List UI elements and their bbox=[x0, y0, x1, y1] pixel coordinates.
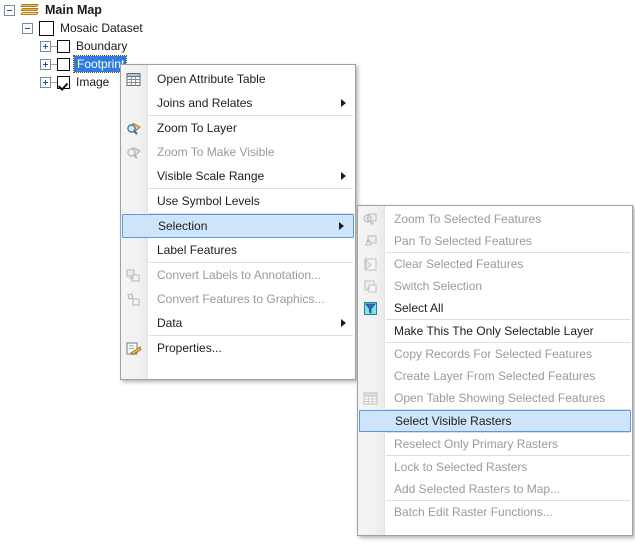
expand-icon[interactable] bbox=[40, 40, 51, 52]
menu-item-label: Select All bbox=[394, 301, 444, 315]
menu-item-joins-and-relates[interactable]: Joins and Relates bbox=[121, 91, 355, 115]
menu-item-label: Convert Labels to Annotation... bbox=[157, 268, 322, 282]
menu-item-data[interactable]: Data bbox=[121, 311, 355, 335]
menu-item-label: Clear Selected Features bbox=[394, 257, 524, 271]
menu-item-label: Visible Scale Range bbox=[157, 169, 265, 183]
menu-item-label: Select Visible Rasters bbox=[395, 414, 512, 428]
menu-item-open-table-showing-selected-features: Open Table Showing Selected Features bbox=[358, 387, 632, 409]
menu-item-convert-labels-to-annotation: Convert Labels to Annotation... bbox=[121, 263, 355, 287]
menu-item-label: Copy Records For Selected Features bbox=[394, 347, 593, 361]
menu-item-convert-features-to-graphics: Convert Features to Graphics... bbox=[121, 287, 355, 311]
menu-item-label-features[interactable]: Label Features bbox=[121, 238, 355, 262]
menu-items: Open Attribute Table Joins and Relates Z… bbox=[121, 67, 355, 360]
menu-item-open-attribute-table[interactable]: Open Attribute Table bbox=[121, 67, 355, 91]
menu-item-label: Open Table Showing Selected Features bbox=[394, 391, 606, 405]
menu-item-label: Lock to Selected Rasters bbox=[394, 460, 528, 474]
menu-item-visible-scale-range[interactable]: Visible Scale Range bbox=[121, 164, 355, 188]
properties-icon bbox=[125, 340, 142, 357]
layer-visibility-checkbox[interactable] bbox=[57, 75, 70, 89]
menu-item-batch-edit-raster-functions: Batch Edit Raster Functions... bbox=[358, 501, 632, 523]
menu-item-selection[interactable]: Selection bbox=[122, 214, 354, 238]
menu-item-label: Pan To Selected Features bbox=[394, 234, 532, 248]
chevron-right-icon bbox=[341, 319, 346, 327]
zoom-selected-icon bbox=[362, 211, 379, 228]
layer-visibility-checkbox[interactable] bbox=[39, 20, 54, 36]
table-icon bbox=[362, 390, 379, 407]
submenu-items: Zoom To Selected Features Pan To Selecte… bbox=[358, 208, 632, 523]
menu-item-pan-to-selected-features: Pan To Selected Features bbox=[358, 230, 632, 252]
menu-item-reselect-only-primary-rasters: Reselect Only Primary Rasters bbox=[358, 433, 632, 455]
menu-item-copy-records-for-selected-features: Copy Records For Selected Features bbox=[358, 343, 632, 365]
menu-item-select-all[interactable]: Select All bbox=[358, 297, 632, 319]
tree-node-label: Mosaic Dataset bbox=[60, 21, 143, 35]
convert-labels-icon bbox=[125, 267, 142, 284]
menu-item-label: Add Selected Rasters to Map... bbox=[394, 482, 561, 496]
layer-visibility-checkbox[interactable] bbox=[57, 57, 70, 71]
menu-item-zoom-to-make-visible: Zoom To Make Visible bbox=[121, 140, 355, 164]
chevron-right-icon bbox=[339, 222, 344, 230]
chevron-right-icon bbox=[341, 172, 346, 180]
menu-item-label: Data bbox=[157, 316, 183, 330]
pan-selected-icon bbox=[362, 233, 379, 250]
menu-item-label: Convert Features to Graphics... bbox=[157, 292, 325, 306]
tree-node-footprint[interactable]: Footprint bbox=[40, 55, 128, 73]
clear-selected-icon bbox=[362, 256, 379, 273]
menu-item-label: Reselect Only Primary Rasters bbox=[394, 437, 559, 451]
tree-node-mosaic-dataset[interactable]: Mosaic Dataset bbox=[22, 19, 143, 37]
collapse-icon[interactable] bbox=[22, 22, 33, 34]
select-all-icon bbox=[362, 300, 379, 317]
tree-node-label: Boundary bbox=[76, 39, 128, 53]
tree-node-label: Image bbox=[76, 75, 110, 89]
convert-features-icon bbox=[125, 291, 142, 308]
menu-item-make-this-the-only-selectable-layer[interactable]: Make This The Only Selectable Layer bbox=[358, 320, 632, 342]
layer-context-menu: Open Attribute Table Joins and Relates Z… bbox=[120, 64, 356, 380]
zoom-make-visible-icon bbox=[125, 144, 142, 161]
menu-item-label: Label Features bbox=[157, 243, 238, 257]
menu-item-switch-selection: Switch Selection bbox=[358, 275, 632, 297]
menu-item-zoom-to-layer[interactable]: Zoom To Layer bbox=[121, 116, 355, 140]
menu-item-label: Switch Selection bbox=[394, 279, 483, 293]
expand-icon[interactable] bbox=[40, 58, 51, 70]
menu-item-label: Use Symbol Levels bbox=[157, 194, 260, 208]
expand-icon[interactable] bbox=[40, 76, 51, 88]
tree-node-image[interactable]: Image bbox=[40, 73, 109, 91]
menu-item-label: Zoom To Make Visible bbox=[157, 145, 275, 159]
tree-node-boundary[interactable]: Boundary bbox=[40, 37, 127, 55]
selection-submenu: Zoom To Selected Features Pan To Selecte… bbox=[357, 205, 633, 536]
table-icon bbox=[125, 71, 142, 88]
tree-node-label: Footprint bbox=[72, 55, 128, 73]
menu-item-use-symbol-levels[interactable]: Use Symbol Levels bbox=[121, 189, 355, 213]
zoom-to-layer-icon bbox=[125, 120, 142, 137]
menu-item-label: Selection bbox=[158, 219, 208, 233]
map-layers-icon bbox=[20, 3, 39, 17]
menu-item-label: Zoom To Layer bbox=[157, 121, 237, 135]
menu-item-label: Batch Edit Raster Functions... bbox=[394, 505, 553, 519]
menu-item-label: Zoom To Selected Features bbox=[394, 212, 542, 226]
tree-node-main-map[interactable]: Main Map bbox=[4, 1, 102, 19]
switch-selection-icon bbox=[362, 278, 379, 295]
menu-item-label: Open Attribute Table bbox=[157, 72, 266, 86]
menu-item-create-layer-from-selected-features: Create Layer From Selected Features bbox=[358, 365, 632, 387]
menu-item-label: Create Layer From Selected Features bbox=[394, 369, 596, 383]
menu-item-label: Make This The Only Selectable Layer bbox=[394, 324, 594, 338]
menu-item-clear-selected-features: Clear Selected Features bbox=[358, 253, 632, 275]
menu-item-add-selected-rasters-to-map: Add Selected Rasters to Map... bbox=[358, 478, 632, 500]
tree-node-label: Main Map bbox=[45, 3, 102, 17]
menu-item-label: Joins and Relates bbox=[157, 96, 253, 110]
menu-item-select-visible-rasters[interactable]: Select Visible Rasters bbox=[359, 410, 631, 432]
layer-visibility-checkbox[interactable] bbox=[57, 39, 70, 53]
collapse-icon[interactable] bbox=[4, 4, 15, 16]
menu-item-lock-to-selected-rasters: Lock to Selected Rasters bbox=[358, 456, 632, 478]
menu-item-properties[interactable]: Properties... bbox=[121, 336, 355, 360]
menu-item-zoom-to-selected-features: Zoom To Selected Features bbox=[358, 208, 632, 230]
menu-item-label: Properties... bbox=[157, 341, 222, 355]
chevron-right-icon bbox=[341, 99, 346, 107]
